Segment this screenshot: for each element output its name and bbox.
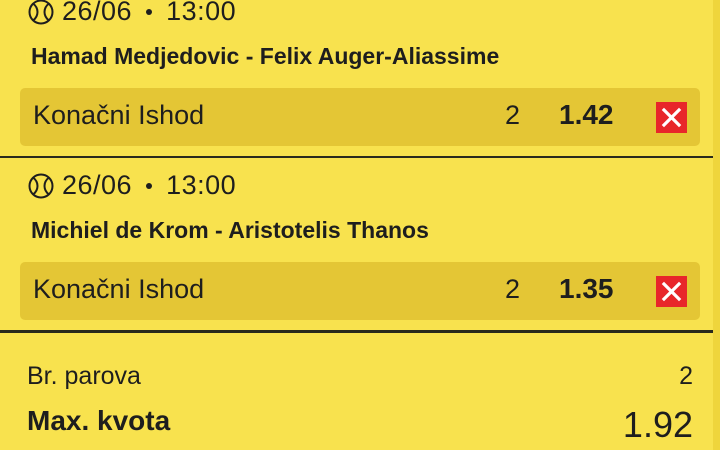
separator-dot xyxy=(146,8,153,15)
match-date: 26/06 xyxy=(62,170,133,200)
match-date: 26/06 xyxy=(62,0,133,26)
match-time: 13:00 xyxy=(166,170,237,200)
match-meta: 26/06 13:00 xyxy=(28,170,236,201)
bet-selection-row: Konačni Ishod 2 1.35 xyxy=(20,262,700,320)
close-icon xyxy=(661,107,682,128)
bet-item: 26/06 13:00 Hamad Medjedovic - Felix Aug… xyxy=(0,0,713,156)
scrollbar[interactable] xyxy=(713,0,720,450)
match-teams: Hamad Medjedovic - Felix Auger-Aliassime xyxy=(31,43,500,69)
pairs-count-value: 2 xyxy=(679,362,693,390)
bet-slip: 26/06 13:00 Hamad Medjedovic - Felix Aug… xyxy=(0,0,720,450)
match-meta: 26/06 13:00 xyxy=(28,0,236,27)
bet-pick: 2 xyxy=(505,274,521,304)
divider xyxy=(0,330,720,333)
pairs-count-label: Br. parova xyxy=(27,362,141,390)
bet-odd: 1.35 xyxy=(559,273,614,304)
market-name: Konačni Ishod xyxy=(33,100,205,130)
max-odd-label: Max. kvota xyxy=(27,405,171,436)
remove-bet-button[interactable] xyxy=(656,276,687,307)
match-teams: Michiel de Krom - Aristotelis Thanos xyxy=(31,217,429,243)
separator-dot xyxy=(146,182,153,189)
tennis-ball-icon xyxy=(28,173,54,199)
market-name: Konačni Ishod xyxy=(33,274,205,304)
close-icon xyxy=(661,281,682,302)
match-time: 13:00 xyxy=(166,0,237,26)
max-odd-value: 1.92 xyxy=(622,404,693,445)
remove-bet-button[interactable] xyxy=(656,102,687,133)
bet-odd: 1.42 xyxy=(559,99,614,130)
bet-item: 26/06 13:00 Michiel de Krom - Aristoteli… xyxy=(0,158,713,330)
tennis-ball-icon xyxy=(28,0,54,25)
bet-selection-row: Konačni Ishod 2 1.42 xyxy=(20,88,700,146)
bet-pick: 2 xyxy=(505,100,521,130)
